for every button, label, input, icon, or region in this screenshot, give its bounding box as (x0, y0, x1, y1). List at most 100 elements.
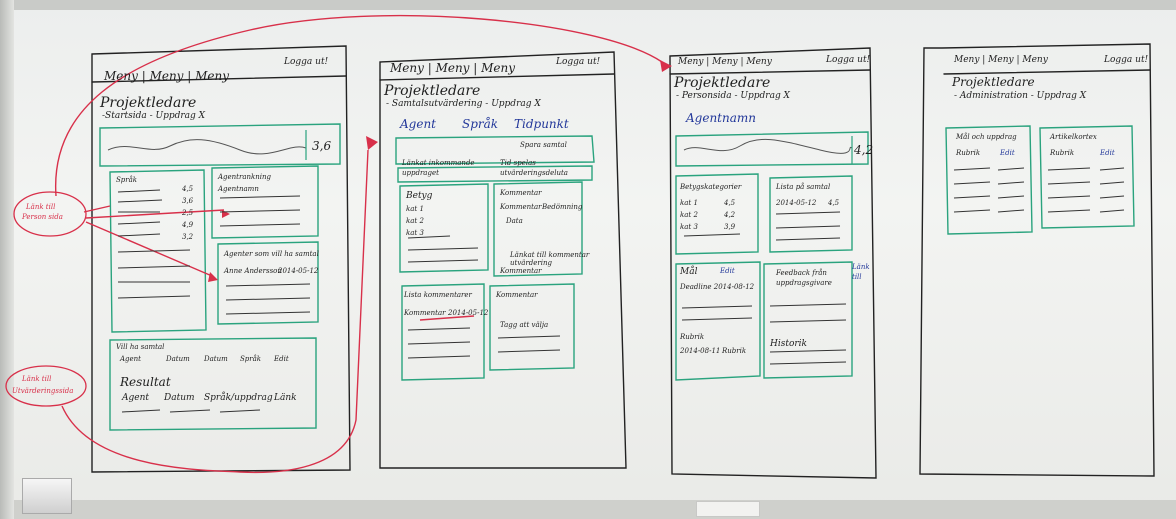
board3-historik-title: Historik (770, 339, 808, 349)
board3-feedback-title-2: uppdragsgivare (776, 279, 832, 287)
board2-linkbox-right-1: Tid spelas (500, 159, 536, 167)
board3-agent: Agentnamn (686, 111, 756, 125)
board2-betyg-row-1: kat 1 (406, 205, 424, 213)
board4-menu: Meny | Meny | Meny (954, 55, 1048, 65)
board3-lista-date: 2014-05-12 (776, 199, 817, 207)
board3-feedback-title-1: Feedback från (776, 269, 827, 277)
board3-betyg-val-3: 3,9 (724, 223, 736, 231)
board2-tab-agent: Agent (400, 117, 436, 131)
board4-right-col-1: Rubrik (1050, 149, 1075, 157)
board2-kommentar-tag-2: Bedömning (542, 203, 583, 211)
board2-betyg-title: Betyg (406, 191, 433, 201)
board3-logout: Logga ut! (826, 55, 871, 65)
board1-filter-5: Edit (274, 355, 289, 363)
board1-sprak-title: Språk (116, 176, 138, 184)
board1-filter-3: Datum (204, 355, 228, 363)
board1-note-utvard-1: Länk till (22, 375, 52, 383)
board4-frame (919, 43, 1155, 477)
board1-filter-2: Datum (166, 355, 190, 363)
board1-agent-row: Agentnamn (218, 185, 259, 193)
board2-kommentar-text: Data (506, 217, 523, 225)
board2-kommentar-title: Kommentar (500, 189, 542, 197)
projector-device (22, 478, 72, 514)
board4-left-col-2: Edit (1000, 149, 1015, 157)
board3-score: 4,2 (854, 143, 874, 157)
board1-role: Projektledare (100, 95, 197, 111)
board1-sprak-value-3: 2,5 (182, 209, 194, 217)
board4-subtitle: - Administration - Uppdrag X (954, 91, 1087, 101)
board1-agenter-date: 2014-05-12 (278, 267, 319, 275)
board3-menu: Meny | Meny | Meny (678, 57, 772, 67)
board3-lista-title: Lista på samtal (776, 183, 831, 191)
board3-betyg-val-1: 4,5 (724, 199, 736, 207)
board2-kommentar-button: Kommentar (500, 267, 542, 275)
board2-linkbox-right-2: utvärderingsdeluta (500, 169, 568, 177)
board4-role: Projektledare (952, 75, 1035, 89)
board2-player-label: Spara samtal (520, 141, 567, 149)
board2-linkbox-left-1: Länkat inkommande (402, 159, 475, 167)
board3-mal-title: Mål (680, 267, 698, 277)
board1-agenter-row: Anne Andersson (224, 267, 282, 275)
board2-tab-sprak: Språk (462, 117, 499, 131)
board3-subtitle: - Personsida - Uppdrag X (676, 91, 790, 101)
board1-score: 3,6 (312, 139, 332, 153)
board4-right-col-2: Edit (1100, 149, 1115, 157)
paper-note (696, 501, 760, 517)
board1-agent-title: Agentrankning (218, 173, 272, 181)
board3-rubrik-date: 2014-08-11 (680, 347, 721, 355)
board2-betyg-row-2: kat 2 (406, 217, 424, 225)
board1-result-title: Resultat (120, 375, 171, 389)
board2-kommentar2-title: Kommentar (496, 291, 538, 299)
board1-logout: Logga ut! (284, 57, 329, 67)
board1-note-person-1: Länk till (26, 203, 56, 211)
board3-deadline: Deadline 2014-08-12 (680, 283, 755, 291)
board2-lista-date: 2014-05-12 (448, 309, 489, 317)
board1-result-col-2: Datum (164, 393, 195, 403)
board1-filter-1: Agent (120, 355, 141, 363)
board1-subtitle: -Startsida - Uppdrag X (102, 111, 206, 121)
board1-result-col-3: Språk/uppdrag (204, 393, 273, 403)
board2-lista-row: Kommentar (404, 309, 446, 317)
board1-sprak-value-5: 3,2 (182, 233, 194, 241)
board2-lista-title: Lista kommentarer (404, 291, 472, 299)
board2-betyg-row-3: kat 3 (406, 229, 424, 237)
board4-left-col-1: Rubrik (956, 149, 981, 157)
board3-role: Projektledare (674, 75, 771, 91)
board3-betyg-row-2: kat 2 (680, 211, 698, 219)
board1-agenter-title: Agenter som vill ha samtal (224, 250, 319, 258)
whiteboard-photo: Meny | Meny | Meny Logga ut! Projektleda… (0, 0, 1176, 519)
board1-sprak-value-1: 4,5 (182, 185, 194, 193)
board1-filter-4: Språk (240, 355, 262, 363)
board2-frame (379, 51, 627, 469)
board1-note-person-2: Person sida (22, 213, 63, 221)
board3-feedback-note-2: till (852, 273, 862, 281)
board4-right-title: Artikelkortex (1050, 133, 1097, 141)
board4-left-title: Mål och uppdrag (956, 133, 1017, 141)
board1-sprak-value-2: 3,6 (182, 197, 194, 205)
board3-rubrik-title: Rubrik (680, 333, 705, 341)
board3-betyg-row-1: kat 1 (680, 199, 698, 207)
board2-kommentar-note-1: Länkat till kommentar (510, 251, 590, 259)
board2-linkbox-left-2: uppdraget (402, 169, 439, 177)
board4-logout: Logga ut! (1104, 55, 1149, 65)
board3-betyg-row-3: kat 3 (680, 223, 698, 231)
board3-mal-edit: Edit (720, 267, 735, 275)
board1-note-utvard-2: Utvärderingssida (12, 387, 74, 395)
board2-tab-tidpunkt: Tidpunkt (514, 117, 569, 131)
board3-lista-value: 4,5 (828, 199, 840, 207)
board1-sprak-value-4: 4,9 (182, 221, 194, 229)
board2-logout: Logga ut! (556, 57, 601, 67)
board1-menu: Meny | Meny | Meny (104, 69, 230, 83)
board2-menu: Meny | Meny | Meny (390, 61, 516, 75)
board3-betyg-title: Betygskategorier (680, 183, 742, 191)
board1-result-col-4: Länk (274, 393, 297, 403)
board3-betyg-val-2: 4,2 (724, 211, 736, 219)
board2-kommentar-note-2: utvärdering (510, 259, 552, 267)
board2-subtitle: - Samtalsutvärdering - Uppdrag X (386, 99, 541, 109)
board1-filter-title: Vill ha samtal (116, 343, 165, 351)
board3-rubrik-text: Rubrik (722, 347, 747, 355)
board2-role: Projektledare (384, 83, 481, 99)
board2-kommentar-tag-1: Kommentar (500, 203, 542, 211)
board3-feedback-note-1: Länk (852, 263, 870, 271)
board1-result-col-1: Agent (122, 393, 149, 403)
